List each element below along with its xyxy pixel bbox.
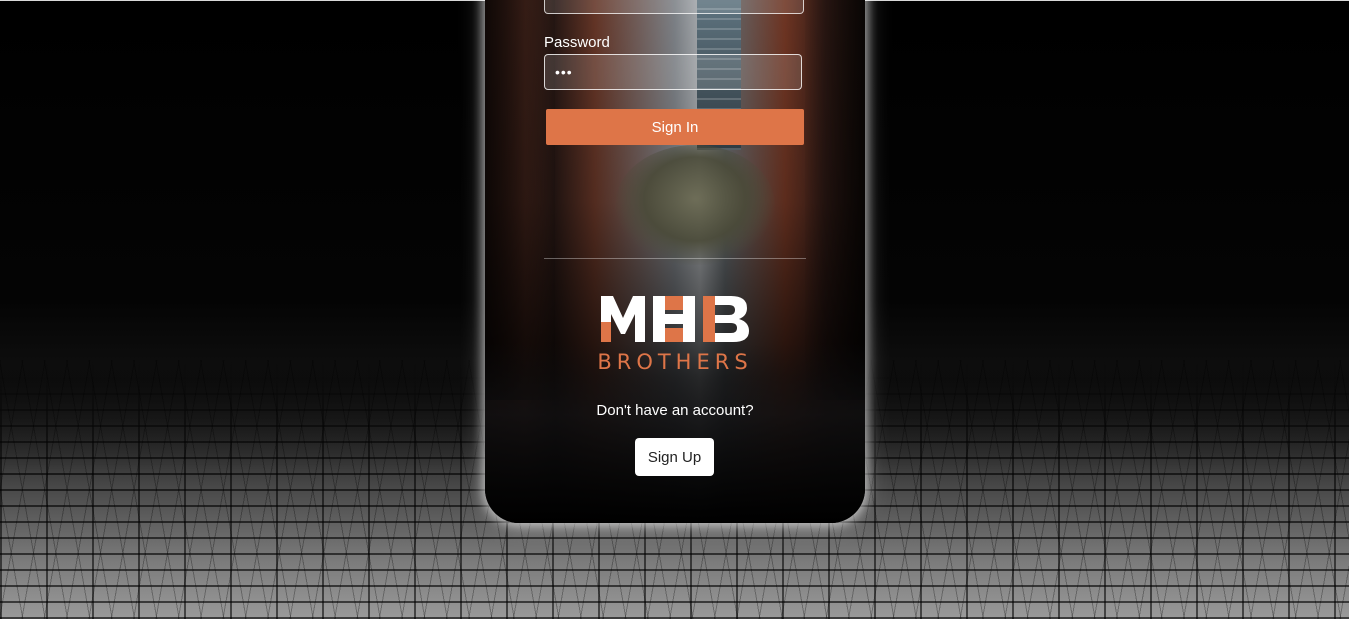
mhb-logo-mark — [601, 296, 749, 342]
brothers-wordmark: BROTHERS — [597, 350, 753, 374]
sign-in-button[interactable]: Sign In — [546, 109, 804, 145]
divider — [544, 258, 806, 259]
password-field[interactable]: ••• — [544, 54, 802, 90]
page-background: Password ••• Sign In BROTHERS Don't have… — [0, 0, 1349, 619]
mhb-brothers-logo: BROTHERS — [595, 292, 755, 378]
sign-up-button[interactable]: Sign Up — [635, 438, 714, 476]
login-card: Password ••• Sign In BROTHERS Don't have… — [485, 0, 865, 523]
no-account-text: Don't have an account? — [596, 402, 754, 419]
password-label: Password — [544, 34, 610, 51]
username-field[interactable] — [544, 0, 804, 14]
